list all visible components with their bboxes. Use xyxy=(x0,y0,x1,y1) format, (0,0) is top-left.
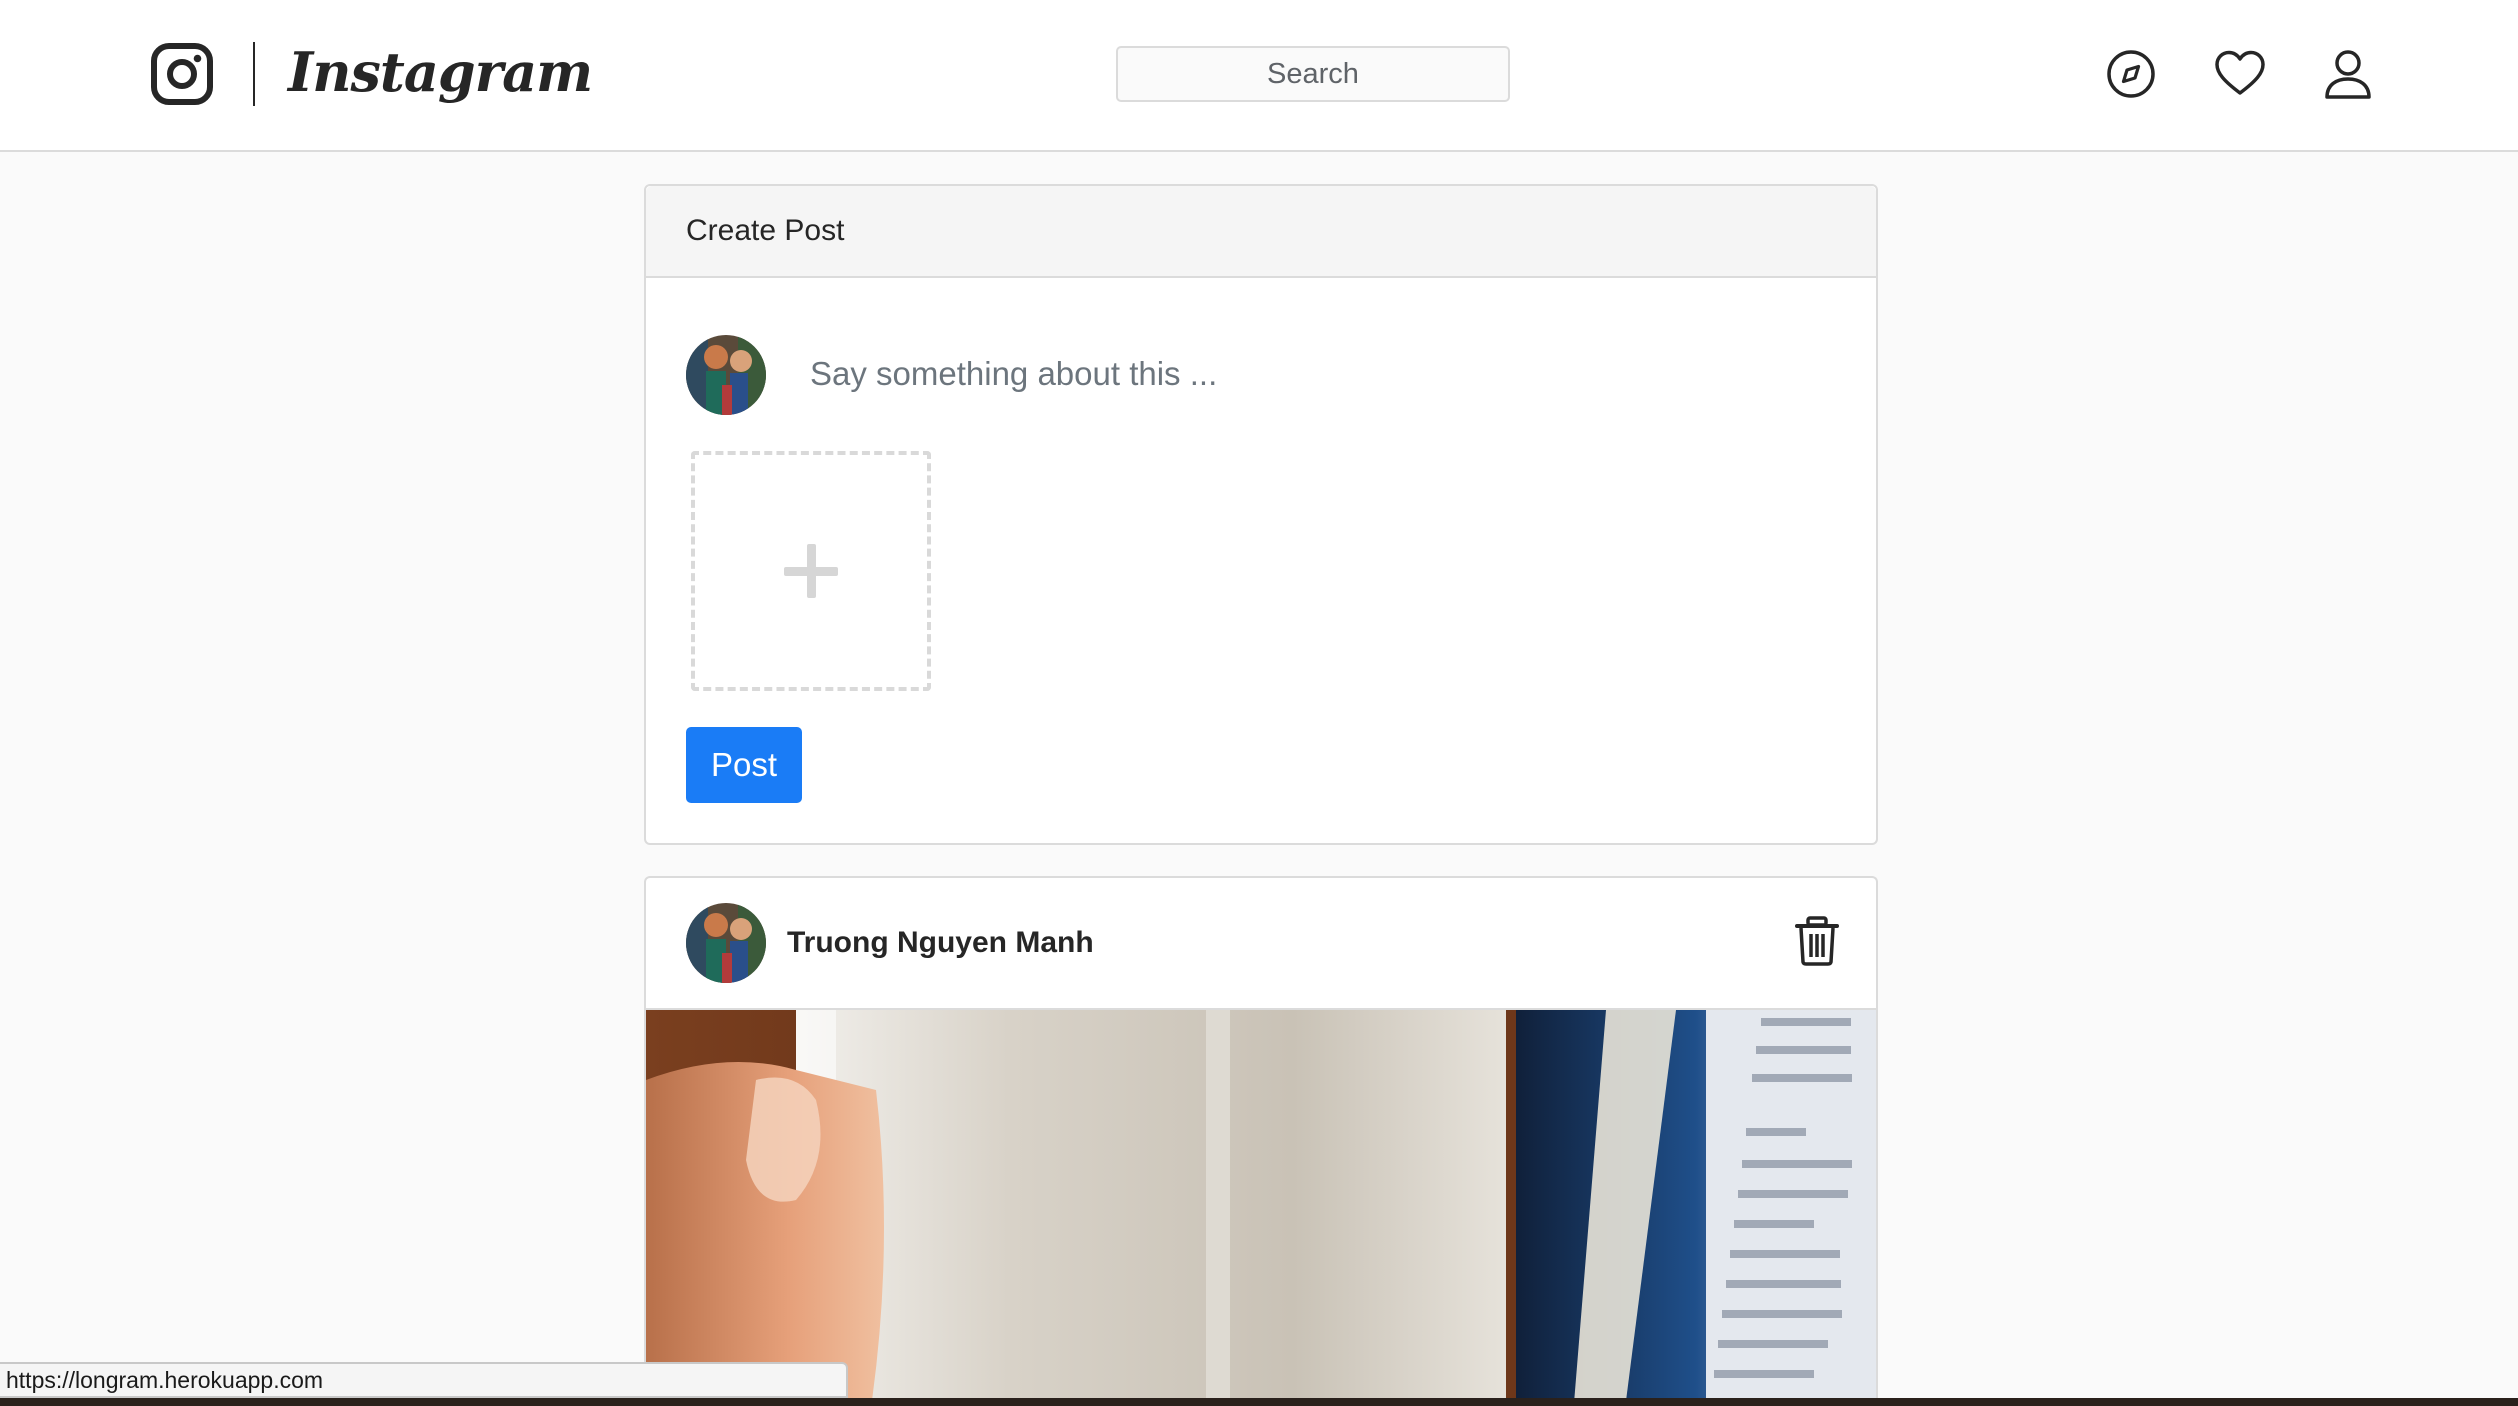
heart-icon[interactable] xyxy=(2212,46,2268,102)
post-photo[interactable] xyxy=(646,1008,1876,1406)
post-author-avatar[interactable] xyxy=(686,903,766,983)
post-card: Truong Nguyen Manh xyxy=(644,876,1878,1406)
trash-icon[interactable] xyxy=(1794,916,1840,966)
avatar-image xyxy=(686,903,766,983)
browser-status-url: https://longram.herokuapp.com xyxy=(0,1362,848,1398)
create-post-title: Create Post xyxy=(646,186,1876,278)
logo-divider xyxy=(253,42,255,106)
top-navbar: Instagram xyxy=(0,0,2518,152)
post-photo-image xyxy=(646,1010,1876,1406)
avatar[interactable] xyxy=(686,335,766,415)
image-upload-dropzone[interactable] xyxy=(691,451,931,691)
post-caption-input[interactable] xyxy=(810,344,1810,404)
post-author-name[interactable]: Truong Nguyen Manh xyxy=(787,918,1094,968)
profile-icon[interactable] xyxy=(2320,46,2376,102)
bottom-edge xyxy=(0,1398,2518,1406)
instagram-camera-icon[interactable] xyxy=(150,42,214,106)
post-button[interactable]: Post xyxy=(686,727,802,803)
app-root: Instagram Create Post xyxy=(0,0,2518,1406)
explore-compass-icon[interactable] xyxy=(2103,46,2159,102)
plus-icon-bar xyxy=(784,566,838,576)
logo-wordmark[interactable]: Instagram xyxy=(288,32,593,112)
avatar-image xyxy=(686,335,766,415)
search-input[interactable] xyxy=(1118,48,1508,100)
create-post-card: Create Post Post xyxy=(644,184,1878,845)
search-bar[interactable] xyxy=(1116,46,1510,102)
